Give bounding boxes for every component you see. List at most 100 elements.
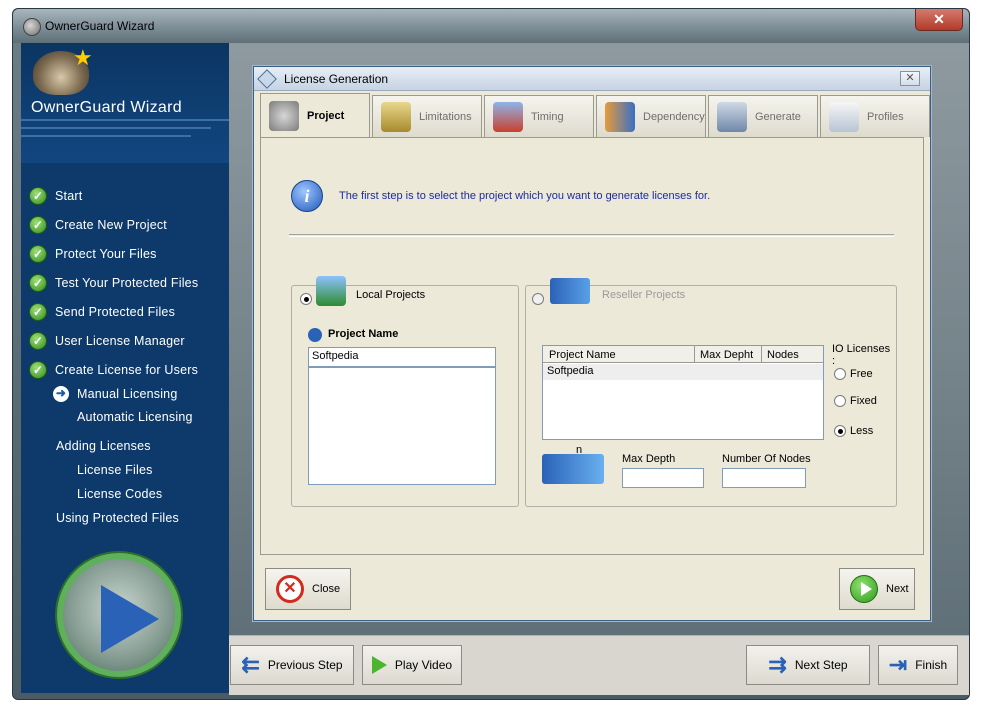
close-button[interactable]: ✕ Close <box>265 568 351 610</box>
sidebar-item-label: Create New Project <box>55 218 167 232</box>
sidebar-item-label: Automatic Licensing <box>77 410 193 424</box>
lock-icon <box>381 101 411 132</box>
button-label: Close <box>312 583 341 595</box>
close-icon: ✕ <box>276 575 304 603</box>
reseller-projects-label: Reseller Projects <box>602 289 686 301</box>
io-fixed-label: Fixed <box>850 395 877 407</box>
check-icon: ✓ <box>29 303 47 321</box>
double-arrow-right-icon: ⇉ <box>768 652 787 677</box>
reseller-projects-table[interactable]: Project Name Max Depht Nodes Softpedia <box>542 345 824 440</box>
project-tab-panel: i The first step is to select the projec… <box>260 137 924 555</box>
check-icon: ✓ <box>29 361 47 379</box>
finish-arrow-icon: ⇥ <box>888 652 908 677</box>
sidebar-title: OwnerGuard Wizard <box>31 99 182 116</box>
tab-profiles[interactable]: Profiles <box>820 95 930 137</box>
tab-label: Project <box>307 109 345 122</box>
sidebar-item-label: License Codes <box>77 487 163 501</box>
sidebar-item-create-license[interactable]: ✓ Create License for Users <box>29 361 198 379</box>
play-video-big-button[interactable] <box>57 553 181 677</box>
tab-limitations[interactable]: Limitations <box>372 95 482 137</box>
sidebar-item-automatic-licensing[interactable]: Automatic Licensing <box>77 410 193 424</box>
sidebar-item-label: Using Protected Files <box>56 511 179 525</box>
play-icon <box>101 585 159 653</box>
check-icon: ✓ <box>29 187 47 205</box>
sidebar-item-label: Test Your Protected Files <box>55 276 199 290</box>
column-header[interactable]: Max Depht <box>700 349 753 361</box>
sidebar-item-manual-licensing[interactable]: ➜ Manual Licensing <box>53 386 177 402</box>
project-name-input[interactable]: Softpedia <box>308 347 496 367</box>
calculator-icon <box>717 101 747 132</box>
sidebar-item-protect-files[interactable]: ✓ Protect Your Files <box>29 245 157 263</box>
tab-label: Limitations <box>419 110 472 123</box>
main-window: OwnerGuard Wizard ✕ ★ OwnerGuard Wizard … <box>12 8 970 700</box>
sidebar-item-using-protected-files[interactable]: Using Protected Files <box>56 511 179 525</box>
next-button[interactable]: Next <box>839 568 915 610</box>
license-generation-dialog: License Generation ✕ Project Limitations… <box>253 66 931 621</box>
sidebar-item-start[interactable]: ✓ Start <box>29 187 82 205</box>
number-of-nodes-label: Number Of Nodes <box>722 453 811 465</box>
sidebar-item-label: Manual Licensing <box>77 387 178 401</box>
reseller-projects-group: Reseller Projects Project Name Max Depht… <box>525 278 897 507</box>
button-label: Next Step <box>794 658 848 672</box>
sidebar-item-license-files[interactable]: License Files <box>77 463 153 477</box>
title-bar: OwnerGuard Wizard ✕ <box>13 9 969 43</box>
sidebar-item-adding-licenses[interactable]: Adding Licenses <box>56 439 151 453</box>
bottom-toolbar: ⇇ Previous Step Play Video ⇉ Next Step ⇥ Fi… <box>229 635 969 695</box>
tab-label: Generate <box>755 110 801 123</box>
tree-depth-icon <box>542 454 604 484</box>
sidebar: ★ OwnerGuard Wizard ✓ Start ✓ Create New P… <box>21 43 229 693</box>
project-list[interactable] <box>308 367 496 485</box>
check-icon: ✓ <box>29 216 47 234</box>
sidebar-item-license-codes[interactable]: License Codes <box>77 487 162 501</box>
sidebar-item-label: Start <box>55 189 83 203</box>
sidebar-item-label: License Files <box>77 463 153 477</box>
profile-list-icon <box>829 101 859 132</box>
divider <box>694 346 695 363</box>
sidebar-item-send-files[interactable]: ✓ Send Protected Files <box>29 303 175 321</box>
info-message: The first step is to select the project … <box>339 190 711 202</box>
tab-timing[interactable]: Timing <box>484 95 594 137</box>
divider <box>289 234 894 237</box>
table-header: Project Name Max Depht Nodes <box>543 346 823 363</box>
dialog-close-button[interactable]: ✕ <box>900 71 920 86</box>
number-of-nodes-input[interactable] <box>722 468 806 488</box>
tab-project[interactable]: Project <box>260 93 370 137</box>
sidebar-item-label: Create License for Users <box>55 363 199 377</box>
dialog-icon <box>257 69 277 89</box>
gear-icon <box>269 100 299 131</box>
column-header[interactable]: Nodes <box>767 349 799 361</box>
check-icon: ✓ <box>29 274 47 292</box>
house-icon <box>316 276 346 306</box>
dialog-title: License Generation <box>284 72 389 86</box>
button-label: Play Video <box>394 658 453 672</box>
io-fixed-radio[interactable] <box>834 395 846 407</box>
arrow-right-icon: ➜ <box>53 386 69 402</box>
users-icon <box>605 101 635 132</box>
table-row[interactable]: Softpedia <box>543 364 823 380</box>
sidebar-item-license-manager[interactable]: ✓ User License Manager <box>29 332 185 350</box>
io-less-radio[interactable] <box>834 425 846 437</box>
tab-generate[interactable]: Generate <box>708 95 818 137</box>
window-title: OwnerGuard Wizard <box>45 19 155 33</box>
sidebar-item-label: Send Protected Files <box>55 305 176 319</box>
tab-dependency[interactable]: Dependency <box>596 95 706 137</box>
reseller-projects-radio[interactable] <box>532 293 544 305</box>
double-arrow-left-icon: ⇇ <box>241 652 260 677</box>
dialog-title-bar: License Generation ✕ <box>254 67 930 91</box>
local-projects-label: Local Projects <box>356 289 426 301</box>
max-depth-input[interactable] <box>622 468 704 488</box>
previous-step-button[interactable]: ⇇ Previous Step <box>230 645 354 685</box>
app-icon <box>23 18 41 36</box>
io-free-radio[interactable] <box>834 368 846 380</box>
play-video-button[interactable]: Play Video <box>362 645 462 685</box>
column-header[interactable]: Project Name <box>549 349 616 361</box>
check-icon: ✓ <box>29 245 47 263</box>
sidebar-item-test-files[interactable]: ✓ Test Your Protected Files <box>29 274 198 292</box>
button-label: Finish <box>915 658 948 672</box>
next-step-button[interactable]: ⇉ Next Step <box>746 645 870 685</box>
sidebar-item-create-new-project[interactable]: ✓ Create New Project <box>29 216 167 234</box>
window-close-button[interactable]: ✕ <box>915 9 963 31</box>
calendar-clock-icon <box>493 101 523 132</box>
local-projects-radio[interactable] <box>300 293 312 305</box>
finish-button[interactable]: ⇥ Finish <box>878 645 958 685</box>
